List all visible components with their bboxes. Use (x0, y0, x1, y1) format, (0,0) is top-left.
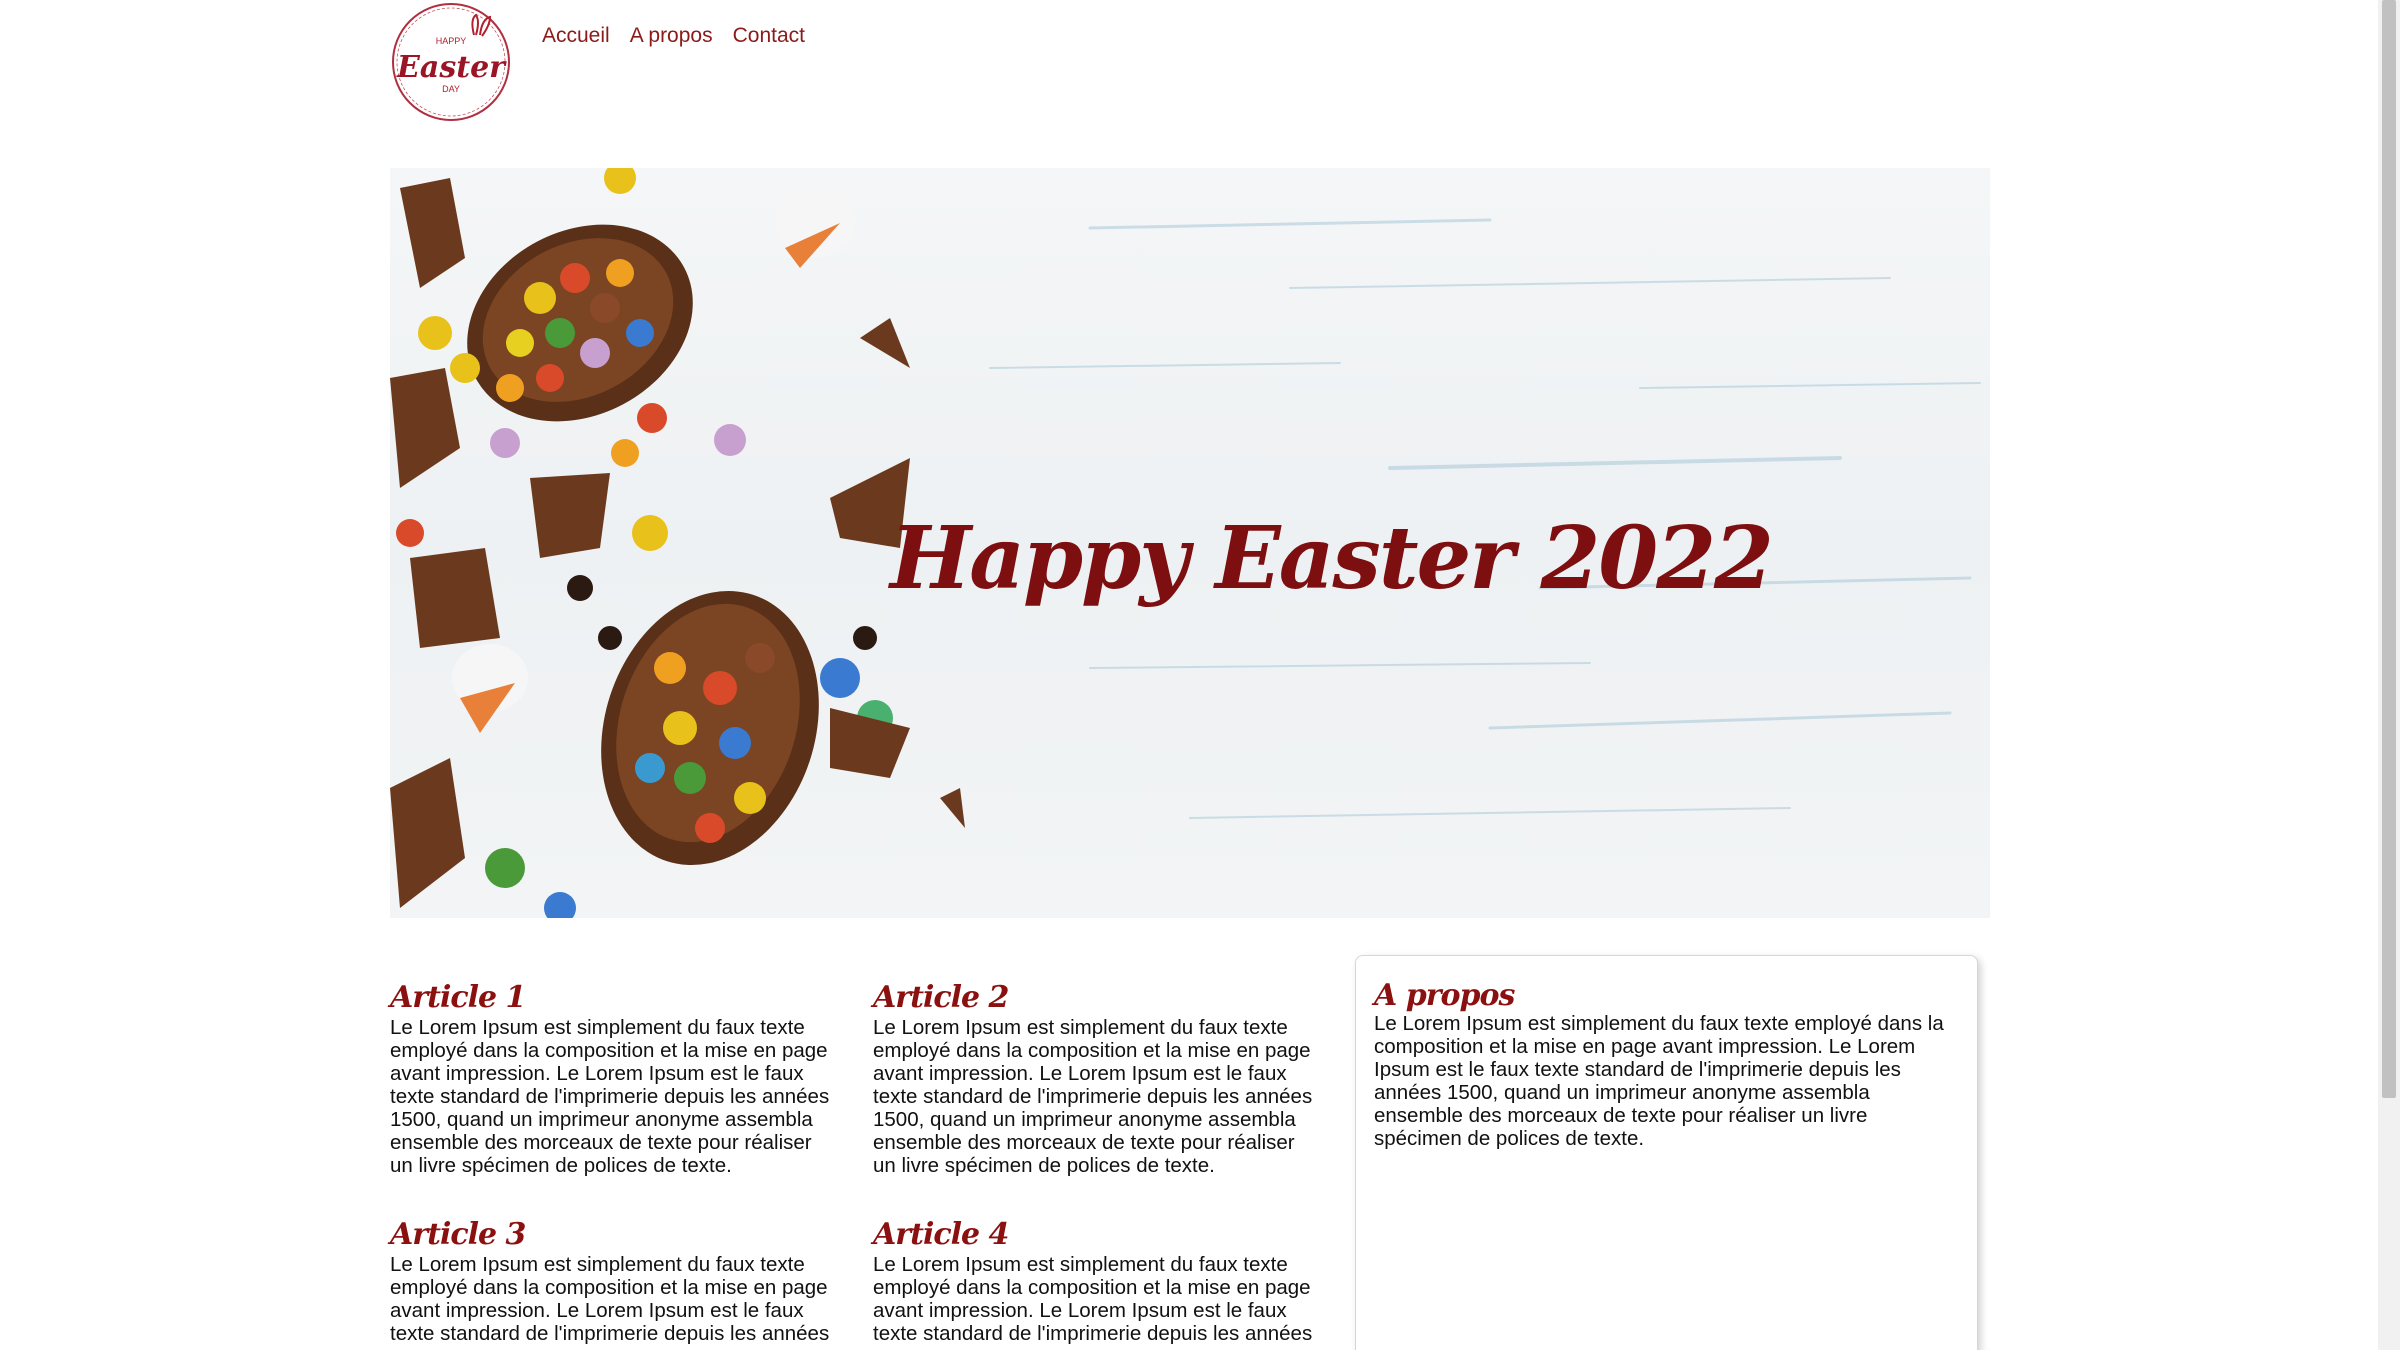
nav-link-a-propos[interactable]: A propos (630, 24, 713, 48)
article-card: Article 1 Le Lorem Ipsum est simplement … (390, 980, 840, 1177)
about-sidebar: A propos Le Lorem Ipsum est simplement d… (1355, 955, 1978, 1350)
page: HAPPY Easter DAY Accueil A propos Contac… (0, 0, 2378, 1350)
hero-title: Happy Easter 2022 (890, 508, 1774, 609)
easter-logo[interactable]: HAPPY Easter DAY (390, 1, 512, 123)
site-header: HAPPY Easter DAY Accueil A propos Contac… (390, 0, 825, 125)
hero-banner: Happy Easter 2022 (390, 168, 1990, 918)
vertical-scrollbar[interactable] (2378, 0, 2400, 1350)
sidebar-title: A propos (1374, 978, 1515, 1013)
sidebar-text: Le Lorem Ipsum est simplement du faux te… (1374, 1012, 1944, 1150)
article-title[interactable]: Article 1 (390, 980, 840, 1016)
article-text: Le Lorem Ipsum est simplement du faux te… (390, 1253, 830, 1345)
scrollbar-thumb[interactable] (2382, 0, 2396, 1098)
svg-text:HAPPY: HAPPY (436, 36, 467, 46)
article-card: Article 2 Le Lorem Ipsum est simplement … (873, 980, 1323, 1177)
article-title[interactable]: Article 3 (390, 1217, 840, 1253)
svg-text:DAY: DAY (442, 84, 460, 94)
main-nav: Accueil A propos Contact (542, 24, 825, 48)
article-card: Article 3 Le Lorem Ipsum est simplement … (390, 1217, 840, 1345)
svg-text:Easter: Easter (396, 50, 507, 85)
article-text: Le Lorem Ipsum est simplement du faux te… (873, 1016, 1313, 1177)
article-text: Le Lorem Ipsum est simplement du faux te… (390, 1016, 830, 1177)
nav-link-contact[interactable]: Contact (733, 24, 805, 48)
article-title[interactable]: Article 2 (873, 980, 1323, 1016)
article-title[interactable]: Article 4 (873, 1217, 1323, 1253)
nav-link-accueil[interactable]: Accueil (542, 24, 610, 48)
article-card: Article 4 Le Lorem Ipsum est simplement … (873, 1217, 1323, 1345)
article-text: Le Lorem Ipsum est simplement du faux te… (873, 1253, 1313, 1345)
